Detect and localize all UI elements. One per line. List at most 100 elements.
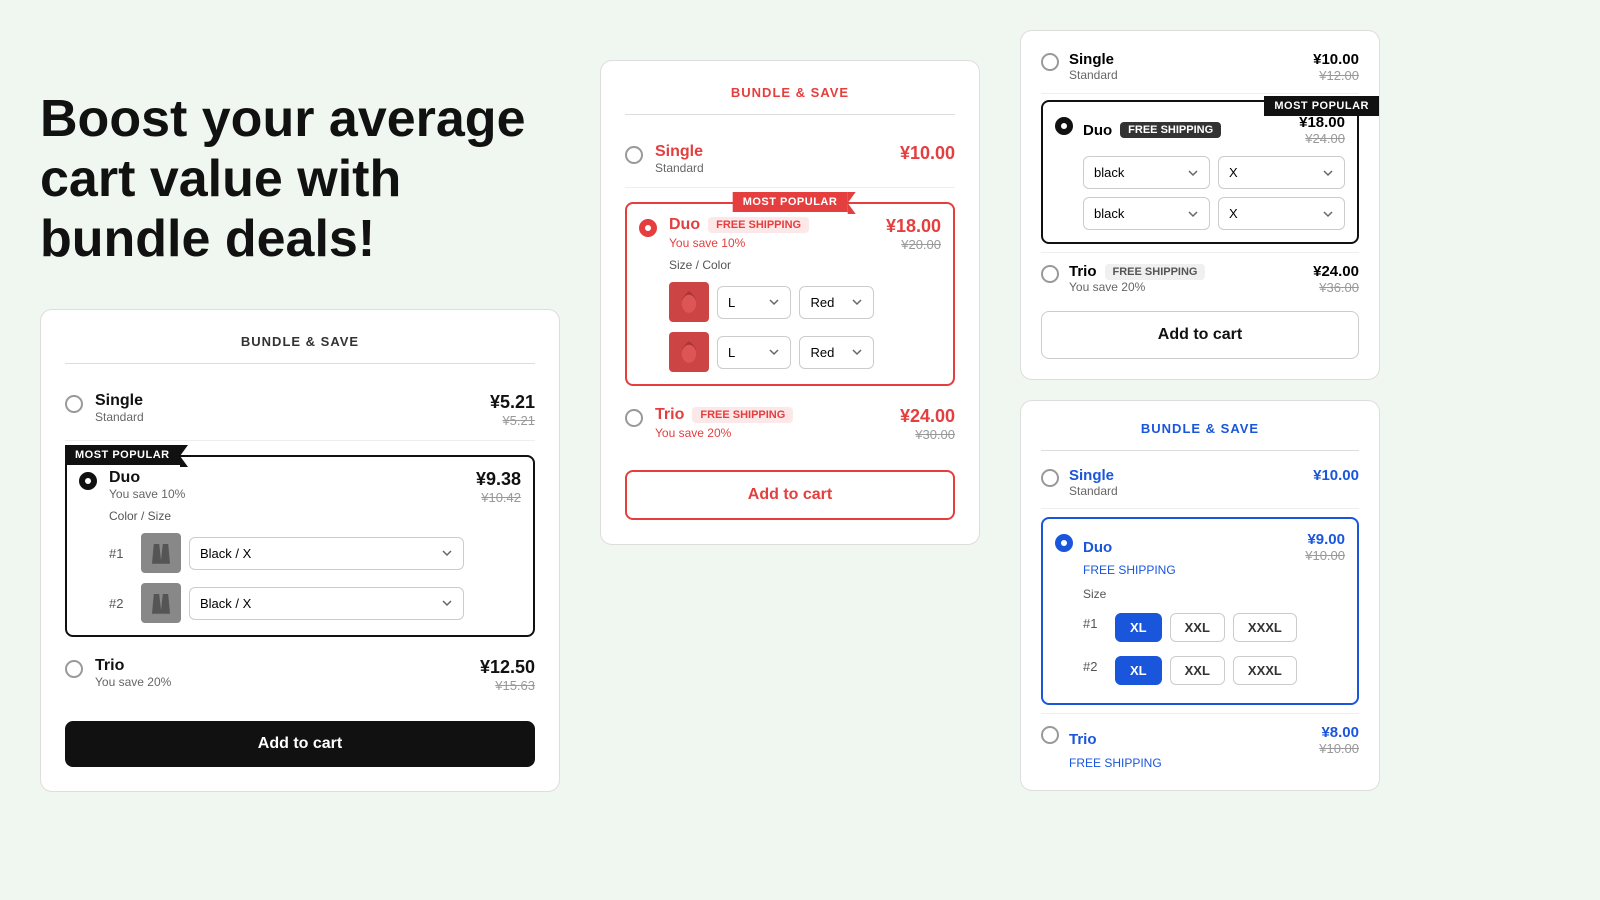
card3-single-original: ¥12.00	[1319, 68, 1359, 83]
card2-single[interactable]: Single Standard ¥10.00	[625, 131, 955, 188]
card1-single-option[interactable]: Single Standard ¥5.21 ¥5.21	[65, 380, 535, 441]
card2-title: BUNDLE & SAVE	[625, 85, 955, 115]
card1-trio-name: Trio	[95, 657, 468, 675]
bundle-card-4: BUNDLE & SAVE Single ¥10.00 Standard Duo	[1020, 400, 1380, 791]
card2-item1-color[interactable]: RedBlackBlue	[799, 286, 873, 319]
left-column: Boost your average cart value with bundl…	[40, 30, 560, 792]
card1-duo-name: Duo	[109, 469, 464, 487]
card1-item2-row: #2 Black / X Black / S Black / M Black /…	[109, 583, 464, 623]
card1-item1-thumb	[141, 533, 181, 573]
bundle-card-3: Single ¥10.00 Standard ¥12.00 MOST POPUL…	[1020, 30, 1380, 380]
card1-duo-box[interactable]: Duo You save 10% Color / Size #1 Black /…	[65, 455, 535, 637]
card3-trio-name: Trio	[1069, 263, 1097, 280]
card2-trio[interactable]: Trio FREE SHIPPING You save 20% ¥24.00 ¥…	[625, 394, 955, 454]
card1-trio-price: ¥12.50	[480, 657, 535, 678]
card1-duo-price: ¥9.38	[476, 469, 521, 490]
card2-item2-thumb	[669, 332, 709, 372]
card1-item1-row: #1 Black / X Black / S Black / M Black /…	[109, 533, 464, 573]
card4-item2-xxl[interactable]: XXL	[1170, 656, 1225, 685]
card1-item2-dropdown[interactable]: Black / X Black / S Black / M Black / L	[189, 587, 464, 620]
card3-duo-radio[interactable]	[1055, 117, 1073, 135]
card3-most-popular: MOST POPULAR	[1264, 96, 1379, 116]
card1-duo-info: Duo You save 10% Color / Size #1 Black /…	[109, 469, 464, 623]
card1-single-radio[interactable]	[65, 395, 83, 413]
bundle-card-1: BUNDLE & SAVE Single Standard ¥5.21 ¥5.2…	[40, 309, 560, 792]
card4-item1-xl[interactable]: XL	[1115, 613, 1162, 642]
card4-item1-xxl[interactable]: XXL	[1170, 613, 1225, 642]
card3-item2-size[interactable]: XSML	[1218, 197, 1345, 230]
card1-item2-num: #2	[109, 596, 133, 611]
card4-item2-row: #2 XL XXL XXXL	[1083, 648, 1345, 685]
card2-item1-size[interactable]: LSMXL	[717, 286, 791, 319]
card2-trio-radio[interactable]	[625, 409, 643, 427]
card4-duo-radio[interactable]	[1055, 534, 1073, 552]
card1-color-size-label: Color / Size	[109, 509, 464, 523]
card2-single-radio[interactable]	[625, 146, 643, 164]
card3-add-to-cart[interactable]: Add to cart	[1041, 311, 1359, 359]
card1-single-price-col: ¥5.21 ¥5.21	[490, 392, 535, 428]
card2-trio-shipping: FREE SHIPPING	[692, 407, 793, 423]
card4-item1-row: #1 XL XXL XXXL	[1083, 605, 1345, 642]
card3-item2-color[interactable]: blackwhitenavy	[1083, 197, 1210, 230]
card1-duo-price-col: ¥9.38 ¥10.42	[476, 469, 521, 505]
card2-single-name: Single	[655, 143, 888, 161]
card3-duo-dropdowns: blackwhitenavy XSML blackwhitenavy XSML	[1083, 156, 1345, 230]
card2-trio-price: ¥24.00	[900, 406, 955, 427]
card3-item1-size[interactable]: XSML	[1218, 156, 1345, 189]
card1-single-original: ¥5.21	[490, 413, 535, 428]
card4-item1-xxxl[interactable]: XXXL	[1233, 613, 1297, 642]
card2-single-sub: Standard	[655, 161, 888, 175]
card4-duo-box[interactable]: Duo ¥9.00 ¥10.00 FREE SHIPPING Size #1 X…	[1041, 517, 1359, 705]
card1-duo-radio[interactable]	[79, 472, 97, 490]
card4-trio-price: ¥8.00	[1319, 724, 1359, 741]
card4-item2-xxxl[interactable]: XXXL	[1233, 656, 1297, 685]
card1-item1-num: #1	[109, 546, 133, 561]
card2-duo-original: ¥20.00	[886, 237, 941, 252]
card2-add-to-cart[interactable]: Add to cart	[625, 470, 955, 520]
card4-single-sub: Standard	[1069, 484, 1359, 498]
card2-item2-size[interactable]: LSMXL	[717, 336, 791, 369]
card3-trio-radio[interactable]	[1041, 265, 1059, 283]
card3-trio-sub: You save 20%	[1069, 280, 1145, 295]
card4-item1-sizes: XL XXL XXXL	[1115, 613, 1297, 642]
hero-title: Boost your average cart value with bundl…	[40, 90, 560, 269]
card4-single-price: ¥10.00	[1313, 467, 1359, 484]
card1-add-to-cart[interactable]: Add to cart	[65, 721, 535, 767]
card2-item1-row: LSMXL RedBlackBlue	[669, 282, 874, 322]
card1-duo-original: ¥10.42	[476, 490, 521, 505]
card3-item1-color[interactable]: blackwhitenavy	[1083, 156, 1210, 189]
card1-trio-radio[interactable]	[65, 660, 83, 678]
card3-duo-box[interactable]: Duo FREE SHIPPING ¥18.00 ¥24.00 black	[1041, 100, 1359, 244]
card4-trio-radio[interactable]	[1041, 726, 1059, 744]
card4-trio-name: Trio	[1069, 731, 1097, 748]
card1-most-popular-badge: MOST POPULAR	[65, 445, 180, 465]
card2-item2-color[interactable]: RedBlackBlue	[799, 336, 873, 369]
card3-single-name: Single	[1069, 51, 1114, 68]
card1-trio-option[interactable]: Trio You save 20% ¥12.50 ¥15.63	[65, 645, 535, 705]
card1-item1-dropdown[interactable]: Black / X Black / S Black / M Black / L	[189, 537, 464, 570]
card4-item2-num: #2	[1083, 659, 1107, 674]
card1-trio-original: ¥15.63	[480, 678, 535, 693]
card3-duo-name: Duo	[1083, 122, 1112, 139]
mid-column: BUNDLE & SAVE Single Standard ¥10.00 MOS…	[600, 30, 980, 545]
card4-single-radio[interactable]	[1041, 469, 1059, 487]
card3-duo-price: ¥18.00	[1299, 114, 1345, 131]
card3-duo-original: ¥24.00	[1299, 131, 1345, 146]
card4-duo-original: ¥10.00	[1305, 548, 1345, 563]
card2-duo-price: ¥18.00	[886, 216, 941, 237]
bundle-card-2: BUNDLE & SAVE Single Standard ¥10.00 MOS…	[600, 60, 980, 545]
card4-trio-sub: FREE SHIPPING	[1069, 756, 1359, 770]
card2-trio-original: ¥30.00	[900, 427, 955, 442]
card4-duo-name: Duo	[1083, 539, 1112, 556]
card2-item2-row: LSMXL RedBlackBlue	[669, 332, 874, 372]
card4-size-label: Size	[1083, 587, 1345, 601]
card4-item2-xl[interactable]: XL	[1115, 656, 1162, 685]
card4-trio-original: ¥10.00	[1319, 741, 1359, 756]
card3-single-radio[interactable]	[1041, 53, 1059, 71]
card4-duo-sub: FREE SHIPPING	[1083, 563, 1345, 577]
card3-single-price: ¥10.00	[1313, 51, 1359, 68]
card2-duo-radio[interactable]	[639, 219, 657, 237]
card2-duo-box[interactable]: Duo FREE SHIPPING You save 10% Size / Co…	[625, 202, 955, 386]
card2-duo-shipping: FREE SHIPPING	[708, 217, 809, 233]
card2-trio-name: Trio	[655, 406, 684, 424]
